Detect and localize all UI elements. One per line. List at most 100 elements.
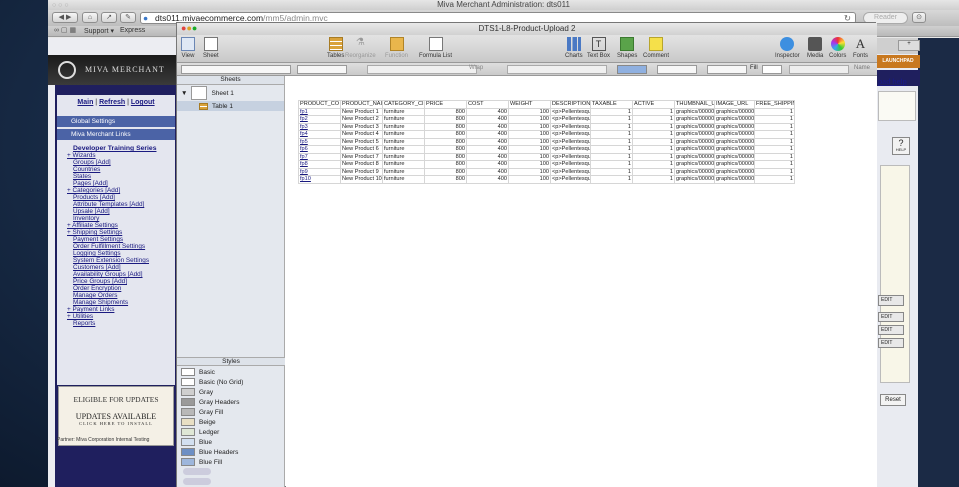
table-cell[interactable]: furniture — [382, 175, 425, 184]
nav-item[interactable]: Availability Groups [Add] — [73, 271, 175, 278]
table-cell[interactable]: <p>Pellentesqu — [550, 167, 591, 176]
table-cell[interactable]: 800 — [424, 152, 467, 161]
logout-link[interactable]: Logout — [131, 99, 155, 106]
table-cell[interactable]: 100 — [508, 167, 551, 176]
table-cell[interactable]: 800 — [424, 160, 467, 169]
table-cell[interactable]: graphics/00000 — [714, 137, 755, 146]
table-cell[interactable]: 1 — [632, 175, 675, 184]
table-cell[interactable]: 1 — [632, 152, 675, 161]
style-item[interactable]: Gray Fill — [179, 407, 283, 417]
main-link[interactable]: Main — [77, 99, 93, 106]
table-cell[interactable]: 100 — [508, 152, 551, 161]
formula-list-button[interactable]: Formula List — [419, 37, 452, 59]
wrap-checkbox[interactable]: Wrap — [469, 65, 483, 71]
table-cell[interactable]: 1 — [632, 115, 675, 124]
style-item[interactable]: Ledger — [179, 427, 283, 437]
table-cell[interactable]: 1 — [590, 122, 633, 131]
edit-button-1[interactable]: EDIT — [878, 295, 904, 306]
table-cell[interactable]: 800 — [424, 115, 467, 124]
table-cell[interactable]: New Product 5 — [340, 137, 383, 146]
add-style-button[interactable] — [183, 468, 211, 475]
table-cell[interactable]: New Product 2 — [340, 115, 383, 124]
nav-item[interactable]: Pages [Add] — [73, 180, 175, 187]
table-cell[interactable]: <p>Pellentesqu — [550, 145, 591, 154]
table-cell[interactable]: 800 — [424, 137, 467, 146]
table-cell[interactable]: New Product 3 — [340, 122, 383, 131]
nav-item[interactable]: + Categories [Add] — [67, 187, 175, 194]
table-cell[interactable]: graphics/00000 — [674, 167, 715, 176]
table-cell[interactable]: fp4 — [298, 130, 341, 139]
style-item[interactable]: Blue Headers — [179, 447, 283, 457]
table-cell[interactable]: 100 — [508, 160, 551, 169]
table-cell[interactable]: 1 — [754, 122, 795, 131]
table-cell[interactable]: 100 — [508, 122, 551, 131]
new-tab-button[interactable]: + — [898, 40, 920, 51]
spreadsheet-canvas[interactable]: PRODUCT_CO PRODUCT_NAI CATEGORY_CI PRICE COS… — [286, 76, 877, 487]
window-controls[interactable]: ●●● — [181, 24, 197, 33]
table-cell[interactable]: <p>Pellentesqu — [550, 160, 591, 169]
table-cell[interactable]: 1 — [632, 122, 675, 131]
nav-item[interactable]: + Affiliate Settings — [67, 222, 175, 229]
table-cell[interactable]: fp7 — [298, 152, 341, 161]
table-cell[interactable]: graphics/00000 — [714, 107, 755, 116]
table-cell[interactable]: 1 — [590, 130, 633, 139]
global-settings-section[interactable]: Global Settings — [57, 116, 175, 127]
table-cell[interactable]: <p>Pellentesqu — [550, 107, 591, 116]
table-cell[interactable]: fp9 — [298, 167, 341, 176]
launchpad-button[interactable]: LAUNCHPAD — [876, 55, 920, 68]
table-cell[interactable]: 1 — [632, 130, 675, 139]
table-cell[interactable]: 1 — [754, 167, 795, 176]
table-cell[interactable]: graphics/00000 — [674, 145, 715, 154]
table-cell[interactable]: furniture — [382, 122, 425, 131]
table-cell[interactable]: 1 — [590, 160, 633, 169]
table-cell[interactable]: 800 — [424, 145, 467, 154]
table-cell[interactable]: <p>Pellentesqu — [550, 175, 591, 184]
style-item[interactable]: Gray Headers — [179, 397, 283, 407]
table-cell[interactable]: graphics/00000 — [714, 152, 755, 161]
table-cell[interactable]: fp6 — [298, 145, 341, 154]
name-checkbox[interactable]: Name — [854, 65, 870, 71]
style-item[interactable]: Blue — [179, 437, 283, 447]
alignment-buttons[interactable] — [367, 65, 477, 74]
table-cell[interactable]: 800 — [424, 175, 467, 184]
miva-merchant-links-section[interactable]: Miva Merchant Links — [57, 129, 175, 140]
table-cell[interactable]: graphics/00000 — [674, 130, 715, 139]
nav-item[interactable]: + Wizards — [67, 152, 175, 159]
table-cell[interactable]: graphics/00000 — [714, 130, 755, 139]
table-cell[interactable]: 100 — [508, 107, 551, 116]
edit-button-3[interactable]: EDIT — [878, 325, 904, 335]
nav-item[interactable]: Manage Shipments — [73, 299, 175, 306]
table-cell[interactable]: graphics/00000 — [674, 152, 715, 161]
remove-style-button[interactable] — [183, 478, 211, 485]
table-cell[interactable]: furniture — [382, 130, 425, 139]
reading-list-icon[interactable]: ∞ ▢ ▦ — [54, 26, 76, 34]
column-header[interactable]: FREE_SHIPPIN — [754, 100, 795, 109]
shapes-button[interactable]: Shapes — [617, 37, 637, 59]
nav-item[interactable]: + Shipping Settings — [67, 229, 175, 236]
column-header[interactable]: PRODUCT_NAI — [340, 100, 383, 109]
column-header[interactable]: PRICE — [424, 100, 467, 109]
table-cell[interactable]: 400 — [466, 115, 509, 124]
table-cell[interactable]: fp2 — [298, 115, 341, 124]
store-title[interactable]: Developer Training Series — [73, 145, 175, 152]
table-cell[interactable]: 400 — [466, 175, 509, 184]
function-button[interactable]: Function — [385, 37, 408, 59]
table-cell[interactable]: 400 — [466, 145, 509, 154]
table-cell[interactable]: 400 — [466, 160, 509, 169]
table-cell[interactable]: 400 — [466, 152, 509, 161]
column-header[interactable]: ACTIVE — [632, 100, 675, 109]
nav-item[interactable]: Order Encryption — [73, 285, 175, 292]
table-cell[interactable]: fp10 — [298, 175, 341, 184]
table-cell[interactable]: New Product 8 — [340, 160, 383, 169]
style-item[interactable]: Basic (No Grid) — [179, 377, 283, 387]
table-item[interactable]: Table 1 — [177, 101, 284, 111]
download-icon[interactable]: ⊙ — [912, 12, 926, 23]
table-cell[interactable]: graphics/00000 — [714, 145, 755, 154]
column-header[interactable]: WEIGHT — [508, 100, 551, 109]
table-cell[interactable]: 400 — [466, 167, 509, 176]
table-cell[interactable]: fp5 — [298, 137, 341, 146]
style-item[interactable]: Basic — [179, 367, 283, 377]
table-cell[interactable]: 800 — [424, 167, 467, 176]
table-cell[interactable]: 1 — [754, 145, 795, 154]
table-cell[interactable]: 1 — [632, 167, 675, 176]
